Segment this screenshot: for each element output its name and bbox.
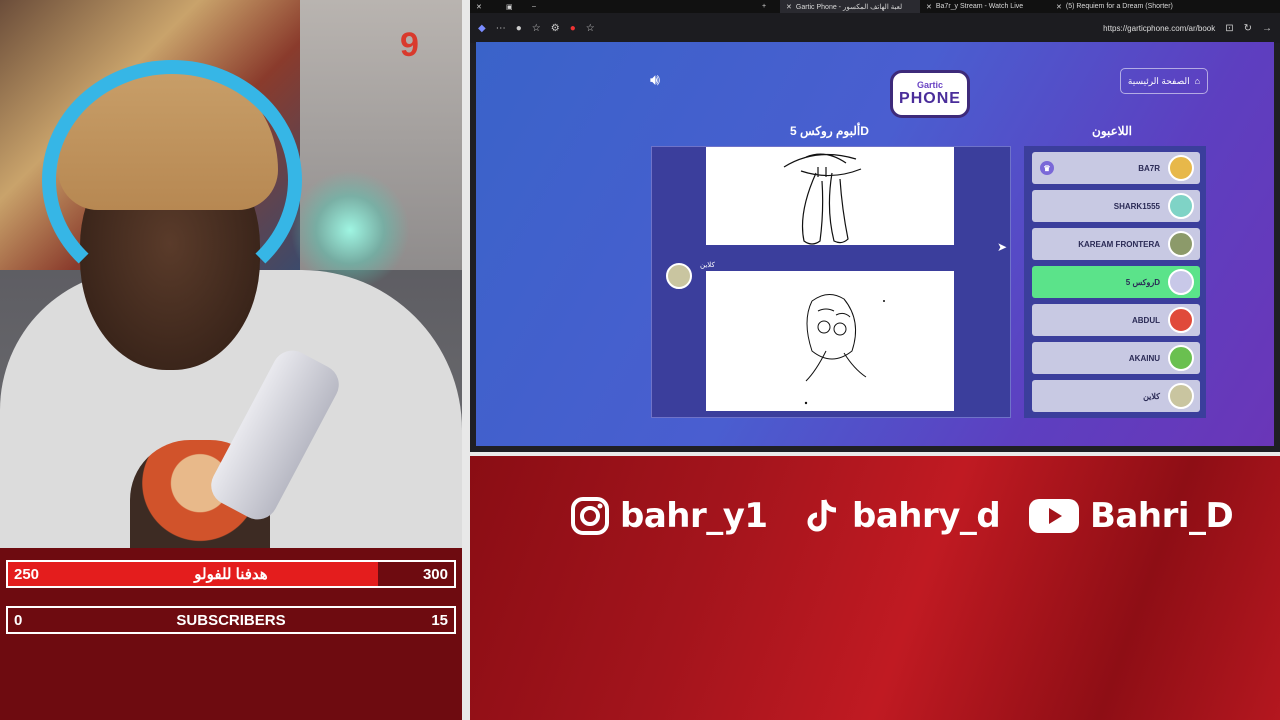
- player-avatar: [1168, 383, 1194, 409]
- player-avatar: [1168, 155, 1194, 181]
- tab-close-icon[interactable]: ✕: [926, 3, 932, 11]
- drawing-canvas-2: [706, 271, 954, 411]
- subs-goal-target: 15: [431, 611, 448, 629]
- record-icon[interactable]: ●: [570, 23, 576, 34]
- album-panel: كلاين: [651, 146, 1011, 418]
- extensions-icon[interactable]: ⚙: [551, 23, 560, 34]
- minimize-icon[interactable]: –: [526, 0, 756, 13]
- favorites-icon[interactable]: ☆: [532, 23, 541, 34]
- profile-icon[interactable]: ●: [516, 23, 522, 34]
- instagram-handle: bahr_y1: [570, 496, 768, 536]
- bookmark-star-icon[interactable]: ☆: [586, 23, 595, 34]
- player-name: روكس 5D: [1125, 277, 1160, 287]
- tiktok-icon: [802, 496, 842, 536]
- site-info-icon[interactable]: ⊡: [1225, 23, 1233, 34]
- banner-top-line: [470, 452, 1280, 456]
- player-avatar: [1168, 345, 1194, 371]
- subs-goal-bar: 0 SUBSCRIBERS 15: [6, 606, 456, 634]
- player-row[interactable]: كلاين: [1032, 380, 1200, 412]
- player-avatar: [1168, 231, 1194, 257]
- players-panel: ♛ BA7R SHARK1555 KAREAM FRONTERA روكس 5D ABDU…: [1024, 146, 1206, 418]
- youtube-icon: [1028, 496, 1080, 536]
- home-button[interactable]: الصفحة الرئيسية ⌂: [1120, 68, 1208, 94]
- player-row[interactable]: AKAINU: [1032, 342, 1200, 374]
- home-icon: ⌂: [1194, 76, 1201, 86]
- instagram-icon: [570, 496, 610, 536]
- follow-goal-bar: 250 هدفنا للفولو 300: [6, 560, 456, 588]
- tab-list-icon[interactable]: ▣: [500, 0, 526, 13]
- author-avatar: [666, 263, 692, 289]
- player-name: SHARK1555: [1113, 201, 1160, 211]
- player-row[interactable]: KAREAM FRONTERA: [1032, 228, 1200, 260]
- gartic-logo[interactable]: Gartic PHONE: [890, 70, 970, 118]
- menu-dots-icon[interactable]: ⋯: [496, 23, 506, 34]
- gartic-page: 🔊︎ Gartic PHONE الصفحة الرئيسية ⌂ ألبوم …: [476, 42, 1274, 446]
- browser-window: ✕ ▣ – + ✕ Gartic Phone - لعبة الهاتف الم…: [470, 0, 1280, 452]
- screen: 9 250 هدفنا للفولو 300 0 SUBSCRIBERS 15 …: [0, 0, 1280, 720]
- tab-kick-label: Ba7r_y Stream - Watch Live: [935, 3, 1024, 10]
- instagram-text: bahr_y1: [620, 496, 768, 536]
- close-window-icon[interactable]: ✕: [470, 0, 500, 13]
- new-tab-button[interactable]: +: [756, 0, 780, 13]
- tiktok-text: bahry_d: [852, 496, 1001, 536]
- youtube-handle: Bahri_D: [1028, 496, 1234, 536]
- tab-gartic-label: Gartic Phone - لعبة الهاتف المكسور: [795, 3, 903, 11]
- tab-bar: ✕ ▣ – + ✕ Gartic Phone - لعبة الهاتف الم…: [470, 0, 1280, 13]
- youtube-text: Bahri_D: [1090, 496, 1234, 536]
- stick-figure-drawing: [783, 153, 862, 245]
- player-name: KAREAM FRONTERA: [1078, 239, 1160, 249]
- crown-icon: ♛: [1040, 161, 1054, 175]
- address-bar: ◆ ⋯ ● ☆ ⚙ ● ☆ https://garticphone.com/ar…: [470, 13, 1280, 43]
- tiktok-handle: bahry_d: [802, 496, 1001, 536]
- player-name: AKAINU: [1128, 353, 1160, 363]
- follow-goal-label: هدفنا للفولو: [194, 566, 268, 583]
- author-label: كلاين: [700, 262, 715, 269]
- goal-panel: 250 هدفنا للفولو 300 0 SUBSCRIBERS 15: [0, 548, 462, 720]
- player-row[interactable]: ♛ BA7R: [1032, 152, 1200, 184]
- tab-close-icon[interactable]: ✕: [786, 3, 792, 11]
- player-name: كلاين: [1143, 391, 1160, 401]
- subs-goal-label: SUBSCRIBERS: [176, 611, 286, 629]
- album-title: ألبوم روكس 5D: [790, 124, 869, 138]
- speaker-icon[interactable]: 🔊︎: [650, 72, 660, 90]
- drawing-canvas-1: [706, 147, 954, 245]
- portrait-sketch-drawing: [804, 294, 885, 405]
- logo-top-text: Gartic: [916, 80, 943, 90]
- players-title: اللاعبون: [1092, 124, 1132, 138]
- tab-youtube-label: (5) Requiem for a Dream (Shorter): [1065, 3, 1173, 10]
- follow-goal-target: 300: [422, 565, 448, 583]
- home-button-label: الصفحة الرئيسية: [1127, 75, 1190, 86]
- player-avatar: [1168, 269, 1194, 295]
- player-name: ABDUL: [1132, 315, 1160, 325]
- tab-youtube[interactable]: ✕ (5) Requiem for a Dream (Shorter): [1050, 0, 1200, 13]
- mouse-cursor-icon: ➤: [997, 240, 1008, 254]
- player-avatar: [1168, 193, 1194, 219]
- forward-icon[interactable]: →: [1262, 23, 1272, 34]
- player-row[interactable]: ABDUL: [1032, 304, 1200, 336]
- social-banner: bahr_y1 bahry_d Bahri_D: [470, 452, 1280, 720]
- tab-kick[interactable]: ✕ Ba7r_y Stream - Watch Live: [920, 0, 1050, 13]
- reload-icon[interactable]: ↻: [1244, 23, 1252, 34]
- url-field[interactable]: https://garticphone.com/ar/book: [1103, 24, 1215, 33]
- tab-gartic[interactable]: ✕ Gartic Phone - لعبة الهاتف المكسور: [780, 0, 920, 13]
- webcam-feed: 9: [0, 0, 462, 548]
- column-divider: [462, 0, 470, 720]
- logo-main-text: PHONE: [899, 90, 961, 107]
- player-name: BA7R: [1138, 163, 1160, 173]
- player-row[interactable]: SHARK1555: [1032, 190, 1200, 222]
- player-avatar: [1168, 307, 1194, 333]
- tab-close-icon[interactable]: ✕: [1056, 3, 1062, 11]
- headphones: [42, 60, 302, 300]
- browser-logo-icon: ◆: [478, 22, 486, 34]
- player-row[interactable]: روكس 5D: [1032, 266, 1200, 298]
- overlay-counter: 9: [400, 26, 419, 64]
